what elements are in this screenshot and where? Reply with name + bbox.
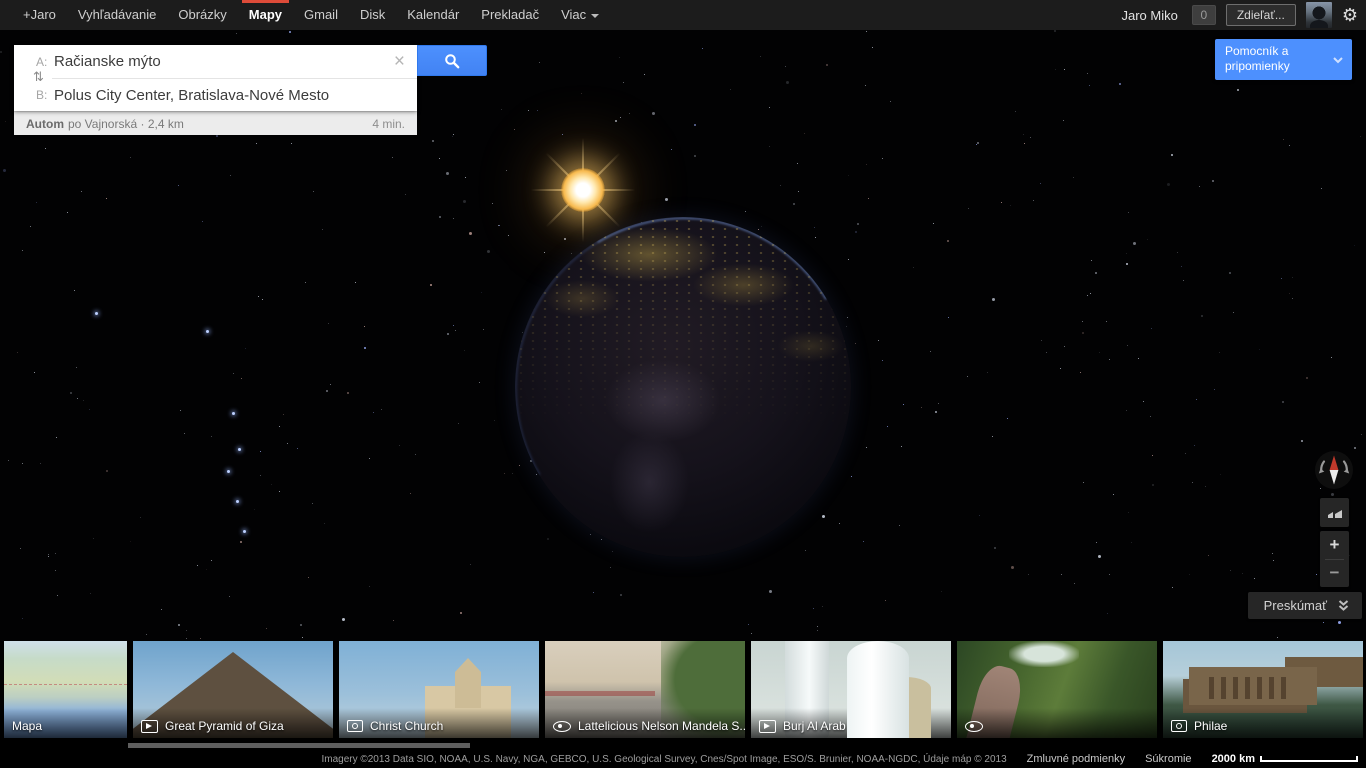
footer-bar: Imagery ©2013 Data SIO, NOAA, U.S. Navy,… (0, 750, 1366, 768)
directions-box: A: Račianske mýto × ⇅ B: Polus City Cent… (14, 45, 417, 111)
carousel-tile-christ-church[interactable]: Christ Church (339, 641, 539, 738)
route-detail: po Vajnorská · 2,4 km (68, 117, 184, 131)
tile-label: Burj Al Arab - Dubai (751, 708, 951, 738)
photosphere-icon (553, 721, 571, 732)
map-viewport[interactable]: A: Račianske mýto × ⇅ B: Polus City Cent… (0, 30, 1366, 641)
tile-label: Lattelicious Nelson Mandela S... (545, 708, 745, 738)
route-duration: 4 min. (372, 117, 405, 131)
camera-icon (1171, 720, 1187, 732)
tile-label: Great Pyramid of Giza (133, 708, 333, 738)
search-icon (444, 53, 460, 69)
origin-field[interactable]: Račianske mýto (54, 53, 161, 70)
tile-label: Mapa (4, 708, 127, 738)
city-lights-texture (515, 217, 851, 557)
zoom-control: + − (1320, 531, 1349, 587)
tile-text: Christ Church (370, 719, 443, 733)
carousel-tile-garden[interactable] (957, 641, 1157, 738)
explore-label: Preskúmať (1264, 598, 1327, 613)
top-nav: +Jaro Vyhľadávanie Obrázky Mapy Gmail Di… (0, 0, 610, 30)
route-mode: Autom (26, 117, 64, 131)
sun (561, 168, 605, 212)
scale-label: 2000 km (1212, 753, 1255, 765)
clear-route-button[interactable]: × (382, 45, 417, 78)
topbar-item-translate[interactable]: Prekladač (470, 0, 550, 30)
topbar-item-gmail[interactable]: Gmail (293, 0, 349, 30)
photosphere-icon (965, 721, 983, 732)
camera-icon (347, 720, 363, 732)
help-feedback-button[interactable]: Pomocník a pripomienky (1215, 39, 1352, 80)
tile-text: Great Pyramid of Giza (165, 719, 284, 733)
carousel-tile-philae[interactable]: Philae (1163, 641, 1363, 738)
tile-text: Mapa (12, 719, 42, 733)
gear-icon[interactable]: ⚙ (1342, 0, 1358, 30)
notifications-badge[interactable]: 0 (1192, 5, 1216, 25)
user-name[interactable]: Jaro Miko (1121, 8, 1181, 23)
privacy-link[interactable]: Súkromie (1145, 753, 1191, 765)
topbar-more-label: Viac (561, 7, 586, 22)
directions-panel: A: Račianske mýto × ⇅ B: Polus City Cent… (14, 45, 487, 135)
caret-down-icon (591, 14, 599, 18)
terms-link[interactable]: Zmluvné podmienky (1027, 753, 1125, 765)
tile-text: Lattelicious Nelson Mandela S... (578, 719, 745, 733)
earth-globe[interactable] (515, 217, 851, 557)
tile-label: Christ Church (339, 708, 539, 738)
destination-label: B: (36, 88, 54, 102)
carousel-scrollbar[interactable] (128, 743, 470, 748)
compass-control[interactable] (1314, 450, 1354, 490)
swap-route-icon[interactable]: ⇅ (33, 69, 44, 85)
topbar-item-search[interactable]: Vyhľadávanie (67, 0, 167, 30)
origin-row: A: Račianske mýto × (14, 45, 417, 78)
route-summary[interactable]: Autom po Vajnorská · 2,4 km 4 min. (14, 111, 417, 135)
tile-text: Philae (1194, 719, 1227, 733)
tile-label (957, 708, 1157, 738)
topbar-item-more[interactable]: Viac (550, 0, 610, 30)
zoom-in-button[interactable]: + (1320, 531, 1349, 559)
photo-tour-icon (141, 720, 158, 733)
scale-bar (1260, 756, 1358, 762)
photo-tour-icon (759, 720, 776, 733)
destination-row: B: Polus City Center, Bratislava-Nové Me… (14, 79, 417, 111)
carousel-tile-burj-al-arab[interactable]: Burj Al Arab - Dubai (751, 641, 951, 738)
topbar-item-images[interactable]: Obrázky (167, 0, 237, 30)
carousel-tile-lattelicious[interactable]: Lattelicious Nelson Mandela S... (545, 641, 745, 738)
carousel-tile-map[interactable]: Mapa (4, 641, 127, 738)
carousel-tile-great-pyramid[interactable]: Great Pyramid of Giza (133, 641, 333, 738)
imagery-attribution: Imagery ©2013 Data SIO, NOAA, U.S. Navy,… (321, 754, 1006, 765)
destination-field[interactable]: Polus City Center, Bratislava-Nové Mesto (54, 87, 329, 104)
origin-label: A: (36, 55, 54, 69)
carousel-scroll-track (0, 738, 1366, 750)
explore-button[interactable]: Preskúmať (1248, 592, 1362, 619)
tilt-control[interactable] (1320, 498, 1349, 527)
tile-text: Burj Al Arab - Dubai (783, 719, 888, 733)
topbar-item-maps-active[interactable]: Mapy (238, 0, 293, 30)
double-chevron-down-icon (1337, 599, 1350, 612)
top-bar-right: Jaro Miko 0 Zdieľať... ⚙ (1121, 0, 1366, 30)
map-scale: 2000 km (1212, 753, 1358, 765)
topbar-item-calendar[interactable]: Kalendár (396, 0, 470, 30)
search-button[interactable] (417, 45, 487, 76)
google-maps-window: +Jaro Vyhľadávanie Obrázky Mapy Gmail Di… (0, 0, 1366, 768)
topbar-item-drive[interactable]: Disk (349, 0, 396, 30)
avatar[interactable] (1306, 2, 1332, 28)
row-divider: ⇅ (52, 78, 417, 79)
topbar-item-plusjaro[interactable]: +Jaro (12, 0, 67, 30)
chevron-down-icon (1332, 56, 1344, 64)
tile-label: Philae (1163, 708, 1363, 738)
photo-carousel: Mapa Great Pyramid of Giza Christ Church… (0, 641, 1366, 738)
help-feedback-label: Pomocník a pripomienky (1225, 44, 1290, 73)
zoom-out-button[interactable]: − (1320, 560, 1349, 588)
share-button[interactable]: Zdieľať... (1226, 4, 1296, 26)
tilt-icon (1326, 506, 1344, 520)
google-top-bar: +Jaro Vyhľadávanie Obrázky Mapy Gmail Di… (0, 0, 1366, 30)
